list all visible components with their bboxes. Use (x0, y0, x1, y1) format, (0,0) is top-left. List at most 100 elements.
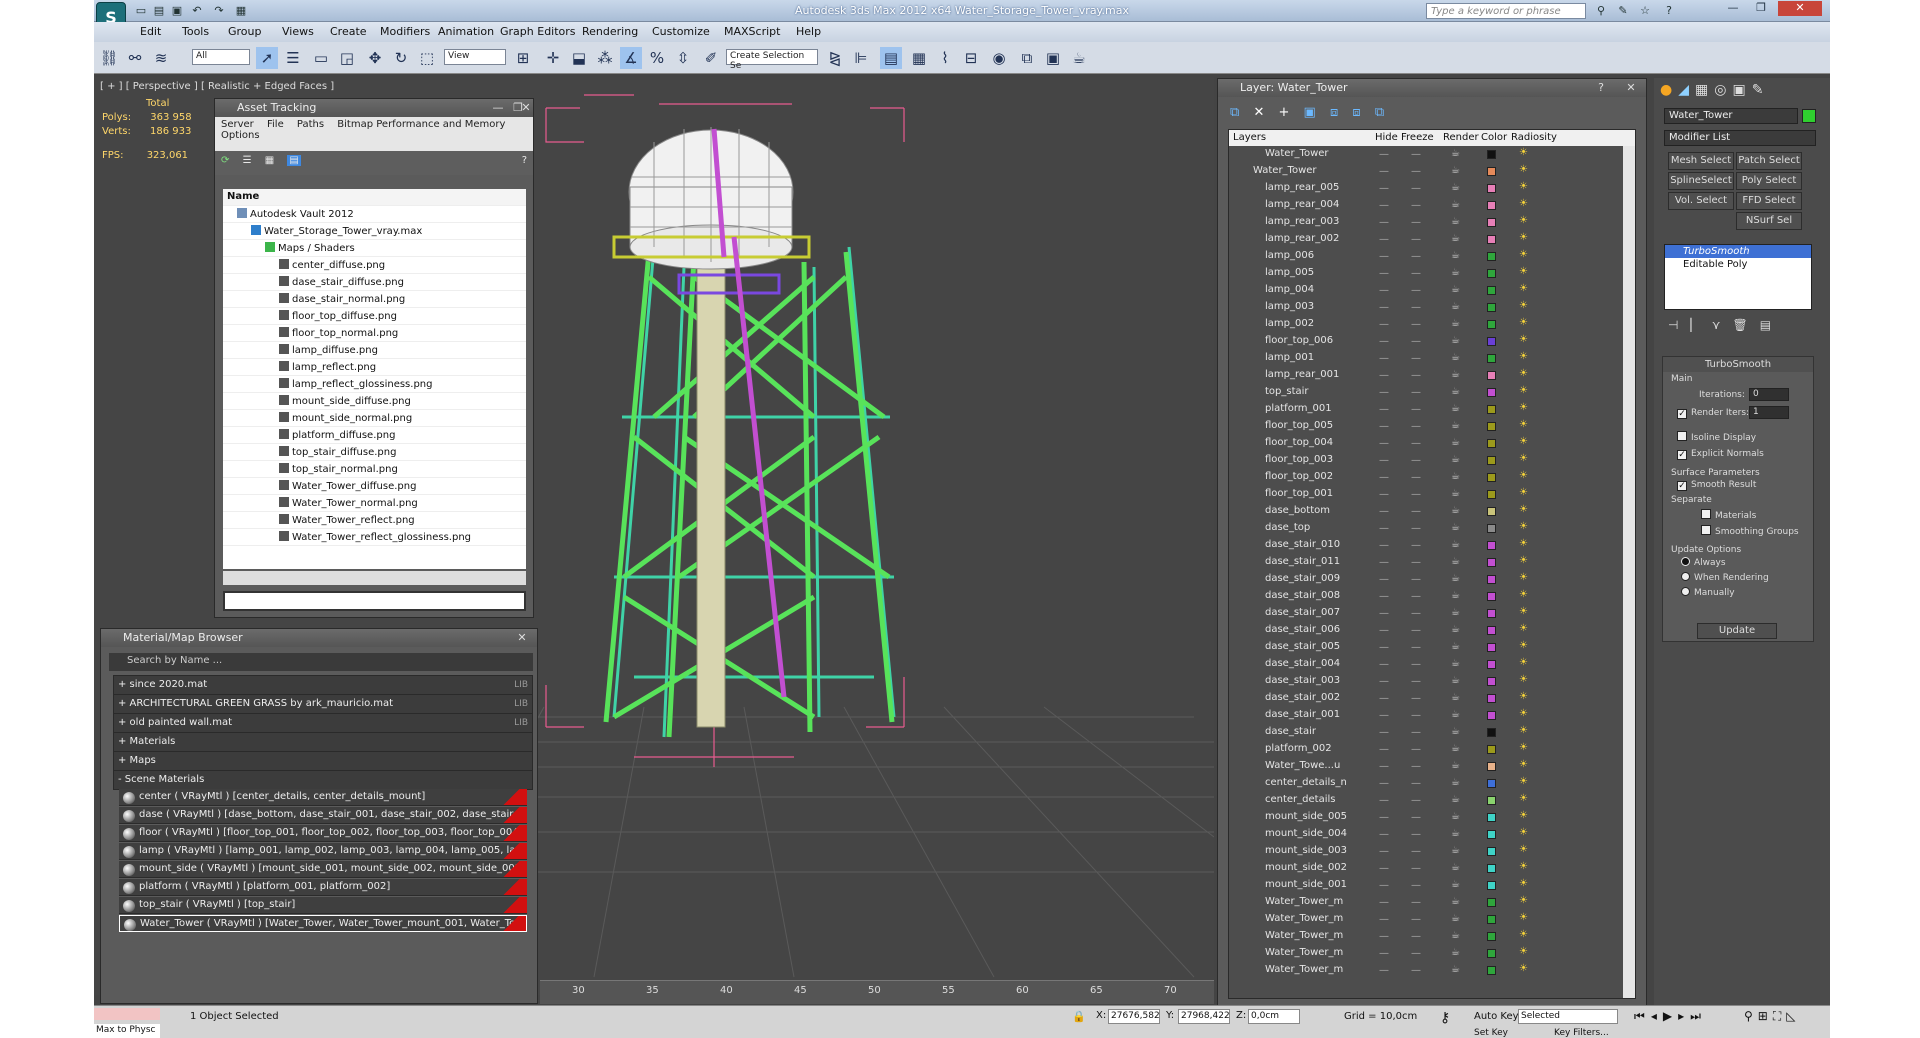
asset-tree-item[interactable]: Maps / Shaders (223, 240, 526, 257)
layer-row[interactable]: center_details — — ☕ ☀ (1229, 792, 1635, 809)
material-library-group[interactable]: + Materials (113, 732, 533, 752)
render-teapot-icon[interactable]: ☕ (1451, 930, 1460, 941)
layer-color-swatch[interactable] (1487, 235, 1496, 244)
material-library-group[interactable]: + since 2020.mat LIB (113, 675, 533, 695)
asset-tree-item[interactable]: lamp_diffuse.png (223, 342, 526, 359)
radiosity-icon[interactable]: ☀ (1519, 657, 1528, 668)
asset-tree-item[interactable]: Water_Tower_diffuse.png (223, 478, 526, 495)
patch-select-button[interactable]: Patch Select (1736, 152, 1802, 170)
layer-row[interactable]: mount_side_002 — — ☕ ☀ (1229, 860, 1635, 877)
named-selection-dropdown[interactable]: Create Selection Se (726, 49, 818, 71)
freeze-toggle[interactable]: — (1411, 880, 1421, 891)
list-view-icon[interactable]: ☰ (243, 155, 252, 166)
hide-toggle[interactable]: — (1379, 863, 1389, 874)
layer-color-swatch[interactable] (1487, 490, 1496, 499)
menu-maxscript[interactable]: MAXScript (724, 25, 780, 38)
refresh-icon[interactable]: ⟳ (221, 155, 229, 166)
asset-tree-item[interactable]: lamp_reflect_glossiness.png (223, 376, 526, 393)
hide-toggle[interactable]: — (1379, 829, 1389, 840)
layer-color-swatch[interactable] (1487, 558, 1496, 567)
layer-color-swatch[interactable] (1487, 456, 1496, 465)
freeze-toggle[interactable]: — (1411, 659, 1421, 670)
go-start-icon[interactable]: ⏮ (1634, 1009, 1651, 1023)
radiosity-icon[interactable]: ☀ (1519, 181, 1528, 192)
radiosity-icon[interactable]: ☀ (1519, 385, 1528, 396)
render-iters-spinner[interactable]: 1 (1749, 406, 1789, 419)
radiosity-icon[interactable]: ☀ (1519, 266, 1528, 277)
radiosity-icon[interactable]: ☀ (1519, 317, 1528, 328)
menu-edit[interactable]: Edit (140, 25, 161, 38)
freeze-toggle[interactable]: — (1411, 591, 1421, 602)
star-icon[interactable]: ☆ (1638, 4, 1652, 17)
hide-toggle[interactable]: — (1379, 387, 1389, 398)
key-filters-button[interactable]: Key Filters... (1554, 1028, 1609, 1038)
hide-toggle[interactable]: — (1379, 336, 1389, 347)
layer-row[interactable]: dase_stair_004 — — ☕ ☀ (1229, 656, 1635, 673)
asset-path-field[interactable] (223, 591, 526, 611)
freeze-toggle[interactable]: — (1411, 676, 1421, 687)
render-teapot-icon[interactable]: ☕ (1451, 182, 1460, 193)
render-teapot-icon[interactable]: ☕ (1451, 879, 1460, 890)
smoothing-groups-checkbox[interactable] (1701, 525, 1711, 535)
radiosity-icon[interactable]: ☀ (1519, 691, 1528, 702)
radiosity-icon[interactable]: ☀ (1519, 776, 1528, 787)
layer-color-swatch[interactable] (1487, 184, 1496, 193)
hide-toggle[interactable]: — (1379, 557, 1389, 568)
keyboard-shortcut-icon[interactable]: ⬓ (568, 47, 590, 69)
render-teapot-icon[interactable]: ☕ (1451, 675, 1460, 686)
radiosity-icon[interactable]: ☀ (1519, 963, 1528, 974)
highlight-layer-icon[interactable]: ⧈ (1330, 105, 1338, 120)
render-teapot-icon[interactable]: ☕ (1451, 794, 1460, 805)
radiosity-icon[interactable]: ☀ (1519, 640, 1528, 651)
render-setup-icon[interactable]: ⧉ (1016, 47, 1038, 69)
layer-color-swatch[interactable] (1487, 473, 1496, 482)
z-coord-field[interactable]: 0,0cm (1248, 1009, 1300, 1024)
radiosity-icon[interactable]: ☀ (1519, 487, 1528, 498)
radiosity-icon[interactable]: ☀ (1519, 674, 1528, 685)
radiosity-icon[interactable]: ☀ (1519, 521, 1528, 532)
layer-row[interactable]: floor_top_004 — — ☕ ☀ (1229, 435, 1635, 452)
layer-row[interactable]: mount_side_005 — — ☕ ☀ (1229, 809, 1635, 826)
freeze-toggle[interactable]: — (1411, 387, 1421, 398)
freeze-toggle[interactable]: — (1411, 846, 1421, 857)
hide-toggle[interactable]: — (1379, 727, 1389, 738)
layer-row[interactable]: dase_stair_003 — — ☕ ☀ (1229, 673, 1635, 690)
asset-menu-bitmap[interactable]: Bitmap Performance and Memory (337, 119, 505, 130)
layer-color-swatch[interactable] (1487, 660, 1496, 669)
snaps-toggle-icon[interactable]: ⁂ (594, 47, 616, 69)
radiosity-icon[interactable]: ☀ (1519, 232, 1528, 243)
zoom-icon[interactable]: ⚲ (1744, 1009, 1758, 1023)
layer-row[interactable]: mount_side_001 — — ☕ ☀ (1229, 877, 1635, 894)
scene-material-item[interactable]: Water_Tower ( VRayMtl ) [Water_Tower, Wa… (119, 915, 527, 932)
asset-tree-item[interactable]: floor_top_normal.png (223, 325, 526, 342)
layer-row[interactable]: lamp_rear_003 — — ☕ ☀ (1229, 214, 1635, 231)
render-teapot-icon[interactable]: ☕ (1451, 624, 1460, 635)
layer-row[interactable]: Water_Tower_m — — ☕ ☀ (1229, 928, 1635, 945)
freeze-toggle[interactable]: — (1411, 353, 1421, 364)
freeze-toggle[interactable]: — (1411, 863, 1421, 874)
tools-icon[interactable]: ✎ (1616, 4, 1630, 17)
render-production-icon[interactable]: ☕ (1068, 47, 1090, 69)
tree-view-icon[interactable]: ▦ (265, 155, 274, 166)
layer-color-swatch[interactable] (1487, 252, 1496, 261)
freeze-toggle[interactable]: — (1411, 319, 1421, 330)
materials-checkbox[interactable] (1701, 509, 1711, 519)
y-coord-field[interactable]: 27968,422 (1178, 1009, 1230, 1024)
render-teapot-icon[interactable]: ☕ (1451, 760, 1460, 771)
hide-toggle[interactable]: — (1379, 761, 1389, 772)
hide-toggle[interactable]: — (1379, 251, 1389, 262)
asset-menu-file[interactable]: File (267, 119, 284, 130)
next-frame-icon[interactable]: ▸ (1678, 1009, 1690, 1023)
asset-close-icon[interactable]: ✕ (519, 101, 533, 115)
render-teapot-icon[interactable]: ☕ (1451, 964, 1460, 975)
menu-tools[interactable]: Tools (182, 25, 209, 38)
layer-color-swatch[interactable] (1487, 643, 1496, 652)
go-end-icon[interactable]: ⏭ (1690, 1009, 1707, 1023)
col-render[interactable]: Render (1443, 132, 1479, 143)
layer-color-swatch[interactable] (1487, 796, 1496, 805)
close-icon[interactable]: ✕ (1778, 1, 1822, 16)
render-teapot-icon[interactable]: ☕ (1451, 692, 1460, 703)
hide-toggle[interactable]: — (1379, 370, 1389, 381)
hide-all-icon[interactable]: ⧈ (1352, 105, 1360, 120)
render-teapot-icon[interactable]: ☕ (1451, 743, 1460, 754)
